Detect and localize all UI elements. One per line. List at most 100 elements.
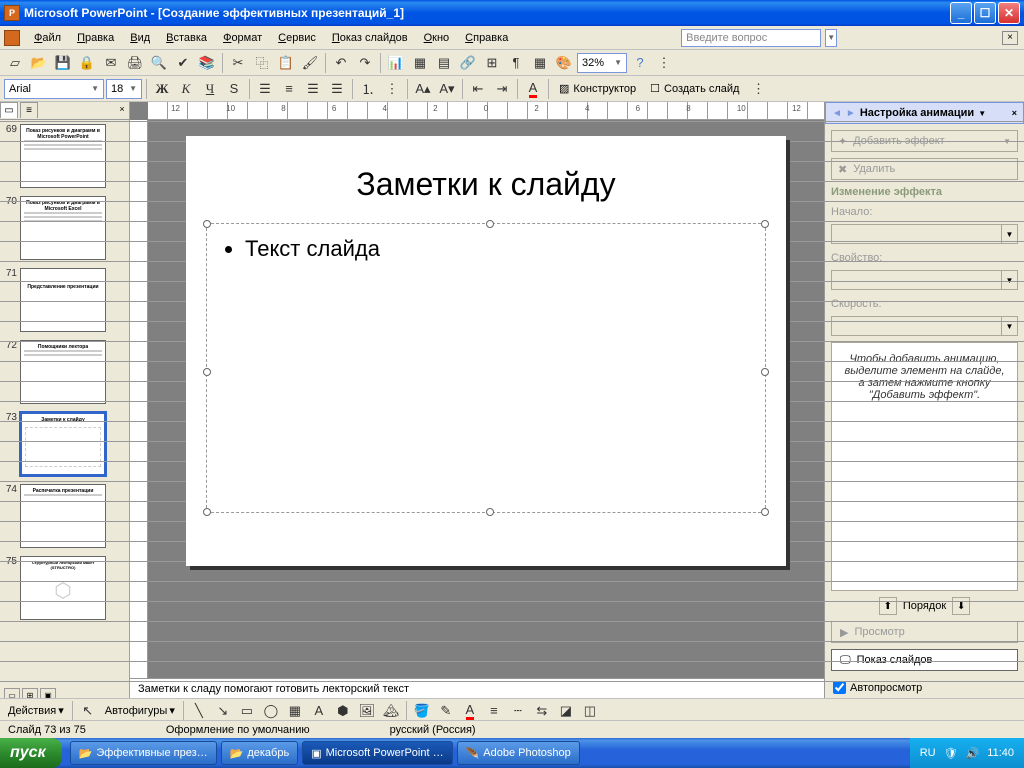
menu-file[interactable]: Файл bbox=[26, 30, 69, 46]
menu-window[interactable]: Окно bbox=[416, 30, 458, 46]
shadow-style-icon[interactable]: ◪ bbox=[555, 700, 577, 722]
taskbar-item[interactable]: 📂 Эффективные през… bbox=[70, 741, 217, 765]
doc-icon[interactable] bbox=[4, 30, 20, 46]
format-painter-icon[interactable]: 🖌 bbox=[299, 52, 321, 74]
toolbar-options-icon[interactable]: ⋮ bbox=[653, 52, 675, 74]
print-preview-icon[interactable]: 🔍 bbox=[148, 52, 170, 74]
clock[interactable]: 11:40 bbox=[987, 747, 1014, 759]
doc-close-button[interactable]: × bbox=[1002, 31, 1018, 45]
system-tray[interactable]: RU 🛡 🔊 11:40 bbox=[910, 738, 1024, 768]
align-center-icon[interactable]: ≡ bbox=[278, 78, 300, 100]
arrow-style-icon[interactable]: ⇆ bbox=[531, 700, 553, 722]
line-color-icon[interactable]: ✎ bbox=[435, 700, 457, 722]
menu-view[interactable]: Вид bbox=[122, 30, 158, 46]
current-slide[interactable]: Заметки к слайду Текст слайда bbox=[186, 136, 786, 566]
spellcheck-icon[interactable]: ✔ bbox=[172, 52, 194, 74]
menu-bar: Файл Правка Вид Вставка Формат Сервис По… bbox=[0, 26, 1024, 50]
window-titlebar: P Microsoft PowerPoint - [Создание эффек… bbox=[0, 0, 1024, 26]
expand-icon[interactable]: ⊞ bbox=[481, 52, 503, 74]
font-color-draw-icon[interactable]: A bbox=[459, 700, 481, 722]
new-icon[interactable]: ▱ bbox=[4, 52, 26, 74]
menu-format[interactable]: Формат bbox=[215, 30, 270, 46]
select-arrow-icon[interactable]: ↖ bbox=[77, 700, 99, 722]
cut-icon[interactable]: ✂ bbox=[227, 52, 249, 74]
window-title: Microsoft PowerPoint - [Создание эффекти… bbox=[24, 6, 950, 20]
window-close-button[interactable]: ✕ bbox=[998, 2, 1020, 24]
open-icon[interactable]: 📂 bbox=[28, 52, 50, 74]
decrease-font-icon[interactable]: A▾ bbox=[436, 78, 458, 100]
toolbar-options-2-icon[interactable]: ⋮ bbox=[747, 78, 769, 100]
copy-icon[interactable]: ⿻ bbox=[251, 52, 273, 74]
slide-title-text[interactable]: Заметки к слайду bbox=[206, 166, 766, 203]
email-icon[interactable]: ✉ bbox=[100, 52, 122, 74]
increase-indent-icon[interactable]: ⇥ bbox=[491, 78, 513, 100]
menu-insert[interactable]: Вставка bbox=[158, 30, 215, 46]
help-icon[interactable]: ? bbox=[629, 52, 651, 74]
arrow-icon[interactable]: ↘ bbox=[212, 700, 234, 722]
shadow-button[interactable]: S bbox=[223, 78, 245, 100]
bold-button[interactable]: Ж bbox=[151, 78, 173, 100]
language-indicator[interactable]: RU bbox=[920, 747, 936, 759]
numbering-icon[interactable]: ⒈ bbox=[357, 78, 379, 100]
dash-style-icon[interactable]: ┄ bbox=[507, 700, 529, 722]
print-icon[interactable]: 🖨 bbox=[124, 52, 146, 74]
line-icon[interactable]: ╲ bbox=[188, 700, 210, 722]
rectangle-icon[interactable]: ▭ bbox=[236, 700, 258, 722]
ask-a-question-input[interactable]: Введите вопрос bbox=[681, 29, 821, 47]
bullet-text[interactable]: Текст слайда bbox=[245, 236, 749, 262]
italic-button[interactable]: К bbox=[175, 78, 197, 100]
line-style-icon[interactable]: ≡ bbox=[483, 700, 505, 722]
textbox-icon[interactable]: ▦ bbox=[284, 700, 306, 722]
grid-icon[interactable]: ▦ bbox=[529, 52, 551, 74]
picture-icon[interactable]: 🏔 bbox=[380, 700, 402, 722]
research-icon[interactable]: 📚 bbox=[196, 52, 218, 74]
fill-color-icon[interactable]: 🪣 bbox=[411, 700, 433, 722]
window-minimize-button[interactable]: _ bbox=[950, 2, 972, 24]
tables-borders-icon[interactable]: ▤ bbox=[433, 52, 455, 74]
hyperlink-icon[interactable]: 🔗 bbox=[457, 52, 479, 74]
zoom-select[interactable]: 32%▼ bbox=[577, 53, 627, 73]
align-right-icon[interactable]: ☰ bbox=[302, 78, 324, 100]
chart-icon[interactable]: 📊 bbox=[385, 52, 407, 74]
diagram-icon[interactable]: ⬢ bbox=[332, 700, 354, 722]
increase-font-icon[interactable]: A▴ bbox=[412, 78, 434, 100]
underline-button[interactable]: Ч bbox=[199, 78, 221, 100]
decrease-indent-icon[interactable]: ⇤ bbox=[467, 78, 489, 100]
color-icon[interactable]: 🎨 bbox=[553, 52, 575, 74]
table-icon[interactable]: ▦ bbox=[409, 52, 431, 74]
font-name-select[interactable]: Arial▼ bbox=[4, 79, 104, 99]
tray-icon[interactable]: 🛡 bbox=[944, 747, 958, 760]
actions-menu[interactable]: Действия ▾ bbox=[4, 704, 68, 717]
show-formatting-icon[interactable]: ¶ bbox=[505, 52, 527, 74]
3d-style-icon[interactable]: ◫ bbox=[579, 700, 601, 722]
new-slide-button[interactable]: ☐ Создать слайд bbox=[644, 78, 745, 100]
vertical-ruler[interactable] bbox=[130, 120, 148, 678]
paste-icon[interactable]: 📋 bbox=[275, 52, 297, 74]
oval-icon[interactable]: ◯ bbox=[260, 700, 282, 722]
font-color-icon[interactable]: A bbox=[522, 78, 544, 100]
slide-body-placeholder[interactable]: Текст слайда bbox=[206, 223, 766, 513]
taskbar-item[interactable]: 🪶 Adobe Photoshop bbox=[457, 741, 580, 765]
save-icon[interactable]: 💾 bbox=[52, 52, 74, 74]
menu-help[interactable]: Справка bbox=[457, 30, 516, 46]
permission-icon[interactable]: 🔒 bbox=[76, 52, 98, 74]
autoshapes-menu[interactable]: Автофигуры ▾ bbox=[101, 704, 179, 717]
font-size-select[interactable]: 18▼ bbox=[106, 79, 142, 99]
menu-tools[interactable]: Сервис bbox=[270, 30, 324, 46]
tray-icon[interactable]: 🔊 bbox=[966, 747, 980, 760]
design-button[interactable]: ▨ Конструктор bbox=[553, 78, 642, 100]
align-left-icon[interactable]: ☰ bbox=[254, 78, 276, 100]
taskbar-item[interactable]: 📂 декабрь bbox=[221, 741, 299, 765]
bullets-icon[interactable]: ⋮ bbox=[381, 78, 403, 100]
undo-icon[interactable]: ↶ bbox=[330, 52, 352, 74]
taskbar-item-active[interactable]: ▣ Microsoft PowerPoint … bbox=[302, 741, 452, 765]
menu-slideshow[interactable]: Показ слайдов bbox=[324, 30, 416, 46]
wordart-icon[interactable]: A bbox=[308, 700, 330, 722]
distribute-icon[interactable]: ☰ bbox=[326, 78, 348, 100]
start-button[interactable]: пуск bbox=[0, 738, 62, 768]
menu-edit[interactable]: Правка bbox=[69, 30, 122, 46]
window-maximize-button[interactable]: ☐ bbox=[974, 2, 996, 24]
redo-icon[interactable]: ↷ bbox=[354, 52, 376, 74]
clipart-icon[interactable]: 🖼 bbox=[356, 700, 378, 722]
ask-dropdown[interactable]: ▼ bbox=[825, 29, 837, 47]
